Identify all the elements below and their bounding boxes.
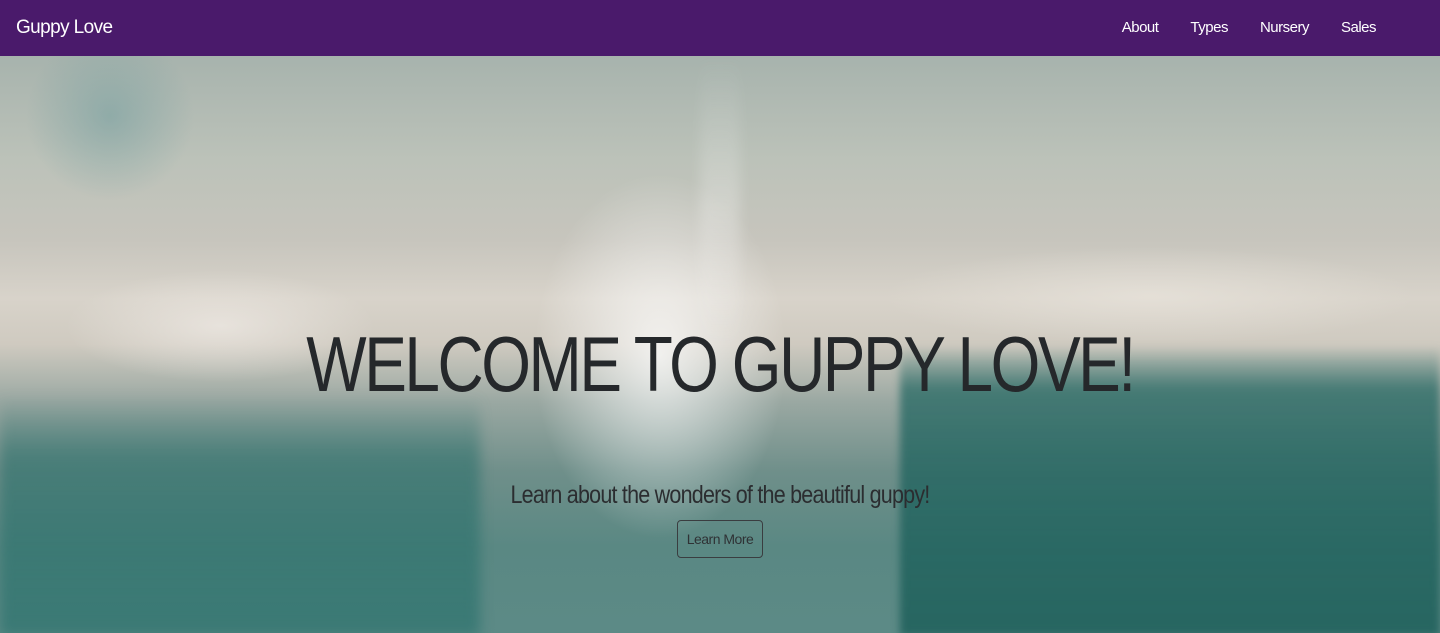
hero-subtitle: Learn about the wonders of the beautiful…: [510, 481, 930, 509]
hero-title: WELCOME TO GUPPY LOVE!: [306, 320, 1136, 408]
nav-link-about[interactable]: About: [1106, 17, 1175, 39]
nav-link-types[interactable]: Types: [1174, 17, 1244, 39]
brand-link[interactable]: Guppy Love: [16, 16, 113, 40]
sponge-filter-left: [0, 396, 480, 633]
nav-links: About Types Nursery Sales: [1106, 17, 1392, 39]
nav-link-sales[interactable]: Sales: [1325, 17, 1392, 39]
bubble-stream: [700, 56, 740, 356]
learn-more-button[interactable]: Learn More: [677, 520, 763, 558]
top-navbar: Guppy Love About Types Nursery Sales: [0, 0, 1440, 56]
nav-link-nursery[interactable]: Nursery: [1244, 17, 1325, 39]
